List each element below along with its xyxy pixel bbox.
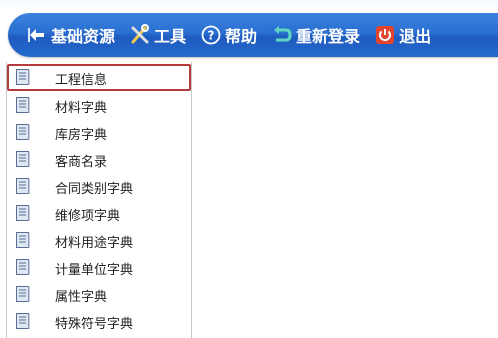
menu-item-special-symbol-dict[interactable]: 特殊符号字典 [7, 308, 191, 335]
tools-icon [129, 24, 151, 46]
menu-tools-label: 工具 [154, 27, 187, 46]
document-icon [16, 124, 30, 140]
menu-exit-label: 退出 [399, 27, 432, 46]
menu-exit[interactable]: 退出 [374, 13, 431, 57]
menu-item-contract-type-dict[interactable]: 合同类别字典 [7, 173, 191, 200]
menu-help[interactable]: ? 帮助 [200, 13, 257, 57]
menu-relogin[interactable]: 重新登录 [271, 13, 360, 57]
menu-item-label: 合同类别字典 [55, 182, 134, 197]
menu-item-unit-dict[interactable]: 计量单位字典 [7, 254, 191, 281]
document-icon [16, 232, 30, 248]
menu-basic-resources[interactable]: 基础资源 [26, 13, 115, 57]
document-icon [16, 313, 30, 329]
menu-item-repair-item-dict[interactable]: 维修项字典 [7, 200, 191, 227]
help-icon: ? [200, 24, 222, 46]
menu-item-label: 维修项字典 [55, 209, 121, 224]
menu-item-material-dict[interactable]: 材料字典 [7, 92, 191, 119]
document-icon [16, 205, 30, 221]
document-icon [16, 69, 30, 85]
document-icon [16, 151, 30, 167]
menu-item-material-usage-dict[interactable]: 材料用途字典 [7, 227, 191, 254]
main-toolbar: 基础资源 工具 ? 帮助 重新登录 退出 [0, 0, 498, 64]
menu-item-merchant-list[interactable]: 客商名录 [7, 146, 191, 173]
menu-item-warehouse-dict[interactable]: 库房字典 [7, 119, 191, 146]
svg-text:?: ? [208, 29, 215, 43]
document-icon [16, 97, 30, 113]
menu-item-label: 材料字典 [55, 101, 108, 116]
toolbar-bar: 基础资源 工具 ? 帮助 重新登录 退出 [8, 13, 498, 57]
menu-item-label: 库房字典 [55, 128, 108, 143]
menu-item-label: 特殊符号字典 [55, 317, 134, 332]
basic-resources-dropdown: 工程信息 材料字典 库房字典 客商名录 合同类别字典 维修项字典 材料用途字典 … [6, 62, 192, 338]
menu-item-attribute-dict[interactable]: 属性字典 [7, 281, 191, 308]
document-icon [16, 178, 30, 194]
menu-help-label: 帮助 [225, 27, 258, 46]
document-icon [16, 286, 30, 302]
toolbar-items: 基础资源 工具 ? 帮助 重新登录 退出 [8, 13, 445, 57]
menu-tools[interactable]: 工具 [129, 13, 186, 57]
resource-icon [26, 24, 48, 46]
menu-item-label: 属性字典 [55, 290, 108, 305]
menu-item-label: 工程信息 [55, 73, 108, 88]
menu-item-project-info[interactable]: 工程信息 [7, 64, 191, 91]
menu-item-label: 材料用途字典 [55, 236, 134, 251]
menu-item-label: 客商名录 [55, 155, 108, 170]
menu-item-label: 计量单位字典 [55, 263, 134, 278]
menu-basic-resources-label: 基础资源 [51, 27, 116, 46]
app-window: 基础资源 工具 ? 帮助 重新登录 退出 工程信息 材料字典 库房字典 客商名录… [0, 0, 498, 338]
menu-relogin-label: 重新登录 [296, 27, 361, 46]
exit-icon [374, 24, 396, 46]
document-icon [16, 259, 30, 275]
relogin-icon [271, 24, 293, 46]
